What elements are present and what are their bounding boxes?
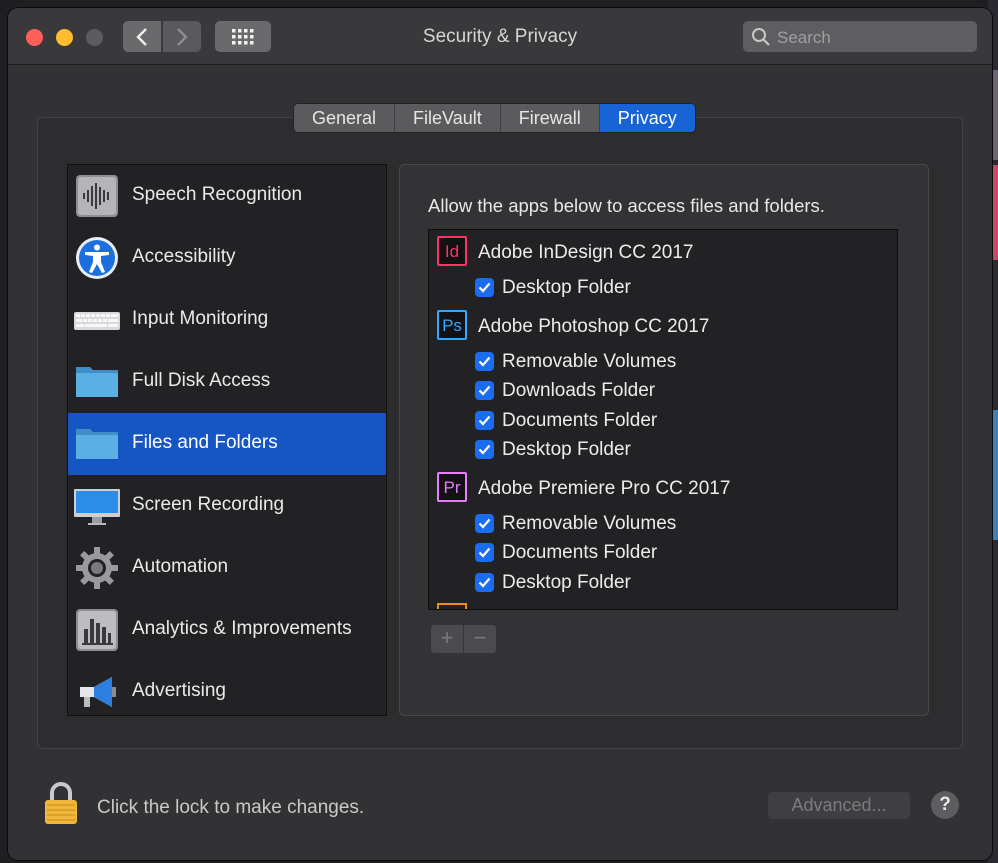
sidebar-item-full-disk-access[interactable]: Full Disk Access (68, 351, 386, 413)
app-name: Adobe Photoshop CC 2017 (478, 316, 710, 337)
permission-checkbox[interactable] (475, 278, 494, 297)
tab-privacy[interactable]: Privacy (599, 104, 695, 132)
pane-description: Allow the apps below to access files and… (428, 195, 825, 216)
app-icon-partial (437, 603, 467, 609)
tab-general[interactable]: General (294, 104, 396, 132)
advanced-button[interactable]: Advanced... (768, 792, 910, 819)
checkmark-icon (478, 415, 491, 426)
checkmark-icon (478, 444, 491, 455)
permission-row[interactable]: Desktop Folder (429, 568, 897, 598)
help-button[interactable]: ? (931, 791, 959, 819)
waveform-icon (76, 175, 118, 217)
app-row-photoshop[interactable]: Ps Adobe Photoshop CC 2017 (429, 309, 897, 343)
permission-row[interactable]: Desktop Folder (429, 273, 897, 303)
sidebar-item-label: Files and Folders (132, 432, 278, 453)
checkmark-icon (478, 282, 491, 293)
permission-row[interactable]: Desktop Folder (429, 435, 897, 465)
search-field[interactable] (743, 21, 977, 54)
checkmark-icon (478, 385, 491, 396)
sidebar-item-automation[interactable]: Automation (68, 537, 386, 599)
sidebar-item-label: Analytics & Improvements (132, 618, 352, 639)
permission-row[interactable]: Removable Volumes (429, 347, 897, 377)
permission-row[interactable]: Documents Folder (429, 538, 897, 568)
tab-firewall[interactable]: Firewall (500, 104, 600, 132)
sidebar-item-files-and-folders[interactable]: Files and Folders (68, 413, 386, 475)
sidebar-item-label: Full Disk Access (132, 370, 271, 391)
remove-app-button[interactable]: − (464, 625, 496, 653)
megaphone-icon (80, 677, 116, 707)
sidebar-item-label: Screen Recording (132, 494, 285, 515)
sidebar-item-accessibility[interactable]: Accessibility (68, 227, 386, 289)
permission-checkbox[interactable] (475, 514, 494, 533)
lock-message: Click the lock to make changes. (97, 797, 365, 818)
tab-filevault[interactable]: FileVault (395, 104, 501, 132)
permission-row[interactable]: Documents Folder (429, 406, 897, 436)
sidebar-item-screen-recording[interactable]: Screen Recording (68, 475, 386, 537)
app-permissions-list[interactable]: Id Adobe InDesign CC 2017 Desktop Folder… (428, 229, 898, 610)
permission-label: Desktop Folder (502, 439, 631, 460)
tab-bar: General FileVault Firewall Privacy (293, 103, 696, 133)
permission-label: Downloads Folder (502, 380, 656, 401)
search-icon (752, 28, 770, 46)
premiere-app-icon: Pr (437, 472, 467, 502)
sidebar-item-label: Accessibility (132, 246, 236, 267)
permission-checkbox[interactable] (475, 352, 494, 371)
permission-label: Desktop Folder (502, 572, 631, 593)
sidebar-item-input-monitoring[interactable]: Input Monitoring (68, 289, 386, 351)
permission-label: Removable Volumes (502, 513, 677, 534)
sidebar-item-speech-recognition[interactable]: Speech Recognition (68, 165, 386, 227)
sidebar-item-analytics[interactable]: Analytics & Improvements (68, 599, 386, 661)
app-row-indesign[interactable]: Id Adobe InDesign CC 2017 (429, 235, 897, 269)
permission-checkbox[interactable] (475, 381, 494, 400)
permission-row[interactable]: Removable Volumes (429, 509, 897, 539)
permission-checkbox[interactable] (475, 573, 494, 592)
add-app-button[interactable]: + (431, 625, 464, 653)
title-bar: Security & Privacy (8, 8, 992, 65)
photoshop-app-icon: Ps (437, 310, 467, 340)
checkmark-icon (478, 518, 491, 529)
permission-label: Removable Volumes (502, 351, 677, 372)
display-icon (74, 489, 120, 525)
sidebar-item-label: Speech Recognition (132, 184, 303, 205)
privacy-category-list[interactable]: Speech Recognition Accessibility Input M… (67, 164, 387, 716)
folder-icon (76, 429, 118, 459)
checkmark-icon (478, 577, 491, 588)
sidebar-item-label: Input Monitoring (132, 308, 269, 329)
sidebar-item-advertising[interactable]: Advertising (68, 661, 386, 723)
app-name: Adobe Premiere Pro CC 2017 (478, 478, 731, 499)
permission-label: Documents Folder (502, 542, 658, 563)
gear-icon (76, 547, 118, 589)
permission-checkbox[interactable] (475, 440, 494, 459)
permission-row[interactable]: Downloads Folder (429, 376, 897, 406)
permission-checkbox[interactable] (475, 411, 494, 430)
checkmark-icon (478, 356, 491, 367)
checkmark-icon (478, 547, 491, 558)
sidebar-item-label: Automation (132, 556, 229, 577)
folder-icon (76, 367, 118, 397)
accessibility-icon (76, 237, 118, 279)
keyboard-icon (74, 312, 120, 330)
app-name: Adobe InDesign CC 2017 (478, 242, 694, 263)
preferences-window: Security & Privacy General FileVault Fir… (8, 8, 992, 860)
permission-label: Documents Folder (502, 410, 658, 431)
add-remove-control: + − (431, 625, 496, 653)
permission-checkbox[interactable] (475, 543, 494, 562)
indesign-app-icon: Id (437, 236, 467, 266)
search-input[interactable] (775, 21, 969, 54)
bar-chart-icon (76, 609, 118, 651)
lock-icon[interactable] (43, 781, 79, 825)
sidebar-item-label: Advertising (132, 680, 226, 701)
app-row-premiere[interactable]: Pr Adobe Premiere Pro CC 2017 (429, 471, 897, 505)
permission-label: Desktop Folder (502, 277, 631, 298)
